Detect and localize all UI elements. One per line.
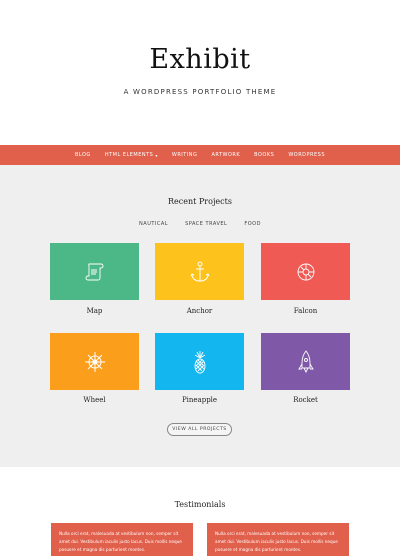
project-tile-map[interactable]	[50, 243, 139, 300]
filter-space-travel[interactable]: SPACE TRAVEL	[185, 221, 227, 227]
nav-item-artwork[interactable]: ARTWORK	[204, 152, 247, 158]
project-label[interactable]: Rocket	[261, 396, 350, 404]
section-title: Testimonials	[174, 500, 226, 509]
testimonial-text: Nulla orci erat, malesuada at vestibulum…	[215, 531, 338, 552]
anchor-icon	[190, 261, 209, 282]
section-title: Recent Projects	[168, 197, 232, 206]
project-filters: NAUTICAL SPACE TRAVEL FOOD	[0, 221, 400, 227]
site-title[interactable]: Exhibit	[0, 44, 400, 75]
pineapple-icon	[194, 350, 205, 373]
map-scroll-icon	[85, 263, 103, 280]
filter-food[interactable]: FOOD	[244, 221, 261, 227]
testimonial-card: Nulla orci erat, malesuada at vestibulum…	[51, 523, 193, 556]
filter-nautical[interactable]: NAUTICAL	[139, 221, 168, 227]
nav-label: WRITING	[171, 152, 198, 158]
testimonial-text: Nulla orci erat, malesuada at vestibulum…	[59, 531, 182, 552]
site-tagline: A WORDPRESS PORTFOLIO THEME	[123, 88, 277, 96]
project-label[interactable]: Wheel	[50, 396, 139, 404]
nav-label: WORDPRESS	[288, 152, 326, 158]
project-label[interactable]: Map	[50, 307, 139, 315]
nav-label: HTML ELEMENTS	[104, 152, 154, 158]
project-tile-wheel[interactable]	[50, 333, 139, 390]
project-tile-rocket[interactable]	[261, 333, 350, 390]
main-nav: BLOG HTML ELEMENTS ▾ WRITING ARTWORK BOOK…	[0, 145, 400, 165]
nav-label: BLOG	[74, 152, 91, 158]
falcon-ship-icon	[297, 263, 314, 280]
chevron-down-icon: ▾	[155, 152, 158, 158]
project-tile-pineapple[interactable]	[155, 333, 244, 390]
project-label[interactable]: Pineapple	[155, 396, 244, 404]
ship-wheel-icon	[84, 351, 105, 372]
rocket-icon	[297, 349, 314, 373]
project-tile-anchor[interactable]	[155, 243, 244, 300]
recent-projects-section: Recent Projects NAUTICAL SPACE TRAVEL FO…	[0, 165, 400, 467]
nav-label: ARTWORK	[211, 152, 241, 158]
testimonial-card: Nulla orci erat, malesuada at vestibulum…	[207, 523, 349, 556]
project-label[interactable]: Anchor	[155, 307, 244, 315]
site-header: Exhibit A WORDPRESS PORTFOLIO THEME	[0, 0, 400, 145]
nav-item-blog[interactable]: BLOG	[68, 152, 98, 158]
project-label[interactable]: Falcon	[261, 307, 350, 315]
nav-item-writing[interactable]: WRITING	[165, 152, 205, 158]
nav-label: BOOKS	[254, 152, 275, 158]
nav-item-html-elements[interactable]: HTML ELEMENTS ▾	[98, 152, 165, 158]
view-all-projects-button[interactable]: VIEW ALL PROJECTS	[167, 423, 232, 436]
nav-item-books[interactable]: BOOKS	[247, 152, 281, 158]
nav-item-wordpress[interactable]: WORDPRESS	[281, 152, 332, 158]
project-tile-falcon[interactable]	[261, 243, 350, 300]
